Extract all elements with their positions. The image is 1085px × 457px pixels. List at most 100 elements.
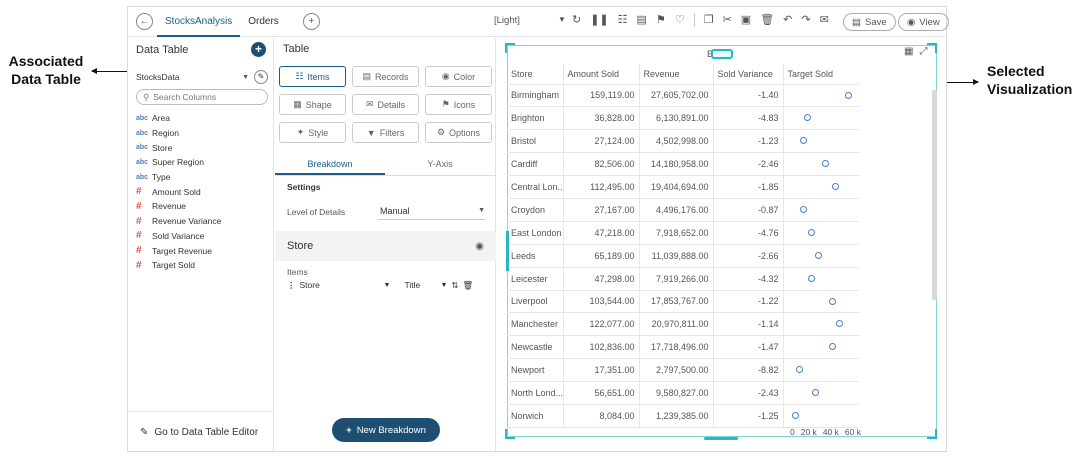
- table-row[interactable]: Leicester 47,298.00 7,919,266.00 -4.32: [507, 267, 859, 291]
- column-item[interactable]: # Revenue Variance: [136, 214, 270, 229]
- table-row[interactable]: Cardiff 82,506.00 14,180,958.00 -2.46: [507, 152, 859, 177]
- column-header[interactable]: Amount Sold: [563, 64, 640, 85]
- column-item[interactable]: # Target Revenue: [136, 243, 270, 258]
- resize-handle-left[interactable]: [506, 231, 509, 271]
- tab-y-axis[interactable]: Y-Axis: [385, 154, 495, 175]
- plus-icon: +: [346, 424, 352, 436]
- data-source-select[interactable]: StocksData ▼ ✎: [136, 70, 268, 84]
- save-button[interactable]: ▤ Save: [843, 13, 896, 31]
- column-header[interactable]: Target Sold: [783, 64, 859, 85]
- target-marker-icon: [811, 389, 819, 397]
- paste-icon[interactable]: ▣: [741, 13, 751, 27]
- bell-icon[interactable]: ♡: [675, 13, 685, 27]
- settings-button-items[interactable]: ☷ Items: [279, 66, 346, 87]
- delete-icon[interactable]: 🗑: [760, 13, 774, 27]
- text-type-icon: abc: [136, 144, 149, 152]
- table-row[interactable]: Newport 17,351.00 2,797,500.00 -8.82: [507, 358, 859, 383]
- toolbar-divider: [693, 13, 695, 27]
- column-item[interactable]: # Target Sold: [136, 258, 270, 273]
- undo-icon[interactable]: ↶: [783, 13, 792, 27]
- target-marker-icon: [836, 320, 844, 328]
- comment-icon[interactable]: ✉: [820, 13, 829, 27]
- eye-icon[interactable]: ◉: [475, 241, 484, 252]
- column-name: Target Revenue: [152, 245, 213, 256]
- edit-icon[interactable]: ✎: [254, 70, 268, 84]
- settings-button-color[interactable]: ◉ Color: [425, 66, 492, 87]
- settings-button-icons[interactable]: ⚑ Icons: [425, 94, 492, 115]
- settings-button-options[interactable]: ⚙ Options: [425, 122, 492, 143]
- tab-breakdown[interactable]: Breakdown: [275, 154, 385, 175]
- resize-handle-bottom[interactable]: [704, 437, 738, 440]
- table-row[interactable]: Newcastle 102,836.00 17,718,496.00 -1.47: [507, 335, 859, 360]
- tab-orders[interactable]: Orders: [240, 7, 287, 37]
- add-tab-icon[interactable]: +: [302, 13, 320, 30]
- column-header[interactable]: Store: [507, 64, 564, 85]
- item-column-select[interactable]: Store: [300, 280, 380, 290]
- breakdown-store-row[interactable]: Store ◉: [275, 231, 496, 261]
- new-breakdown-button[interactable]: + New Breakdown: [332, 418, 440, 442]
- chevron-down-icon[interactable]: ▼: [440, 282, 447, 289]
- add-data-table-button[interactable]: +: [251, 42, 266, 57]
- column-name: Region: [152, 128, 179, 139]
- table-row[interactable]: North Lond... 56,651.00 9,580,827.00 -2.43: [507, 381, 859, 405]
- refresh-icon[interactable]: ↻: [572, 13, 581, 27]
- column-item[interactable]: abc Type: [136, 170, 270, 185]
- settings-button-label: Options: [449, 127, 481, 138]
- column-item[interactable]: # Revenue: [136, 199, 270, 214]
- export-icon[interactable]: ▦: [904, 46, 913, 57]
- resize-corner[interactable]: [927, 429, 937, 439]
- table-row[interactable]: Leeds 65,189.00 11,039,888.00 -2.66: [507, 244, 859, 268]
- settings-button-records[interactable]: ▤ Records: [352, 66, 419, 87]
- column-item[interactable]: # Amount Sold: [136, 184, 270, 199]
- pdf-icon[interactable]: ▤: [637, 13, 647, 27]
- settings-button-details[interactable]: ✉ Details: [352, 94, 419, 115]
- search-columns-input[interactable]: ⚲ Search Columns: [136, 89, 268, 105]
- axis-tick-label: 20 k: [800, 427, 817, 437]
- theme-selector[interactable]: [Light]: [494, 15, 520, 26]
- bookmark-icon[interactable]: ⚑: [656, 13, 666, 27]
- resize-corner[interactable]: [505, 43, 515, 53]
- selected-visualization[interactable]: Bullet ▦ ⤢ StoreAmount SoldRevenueSold V…: [497, 38, 948, 453]
- delete-icon[interactable]: 🗑: [463, 280, 474, 291]
- column-item[interactable]: abc Store: [136, 140, 270, 155]
- table-row[interactable]: Birmingham 159,119.00 27,605,702.00 -1.40: [507, 84, 859, 108]
- settings-button-style[interactable]: ✦ Style: [279, 122, 346, 143]
- column-item[interactable]: # Sold Variance: [136, 229, 270, 244]
- settings-button-shape[interactable]: ▦ Shape: [279, 94, 346, 115]
- table-row[interactable]: Brighton 36,828.00 6,130,891.00 -4.83: [507, 106, 859, 131]
- items-label: Items: [287, 267, 308, 277]
- level-of-details-select[interactable]: Manual ▼: [378, 202, 485, 220]
- go-to-data-table-editor-link[interactable]: ✎ Go to Data Table Editor: [128, 411, 274, 453]
- table-row[interactable]: Central Lon... 112,495.00 19,404,694.00 -1.…: [507, 175, 859, 199]
- cut-icon[interactable]: ✂: [723, 13, 732, 27]
- column-header[interactable]: Revenue: [639, 64, 714, 85]
- column-item[interactable]: abc Region: [136, 126, 270, 141]
- table-row[interactable]: Liverpool 103,544.00 17,853,767.00 -1.22: [507, 290, 859, 314]
- column-item[interactable]: abc Area: [136, 111, 270, 126]
- settings-button-filters[interactable]: ▼ Filters: [352, 122, 419, 143]
- chevron-down-icon[interactable]: ▼: [558, 15, 566, 24]
- copy-icon[interactable]: ❐: [704, 13, 714, 27]
- table-row[interactable]: Croydon 27,167.00 4,496,176.00 -0.87: [507, 198, 859, 222]
- resize-corner[interactable]: [927, 43, 937, 53]
- move-handle[interactable]: [711, 49, 733, 59]
- table-row[interactable]: East London 47,218.00 7,918,652.00 -4.76: [507, 221, 859, 245]
- resize-corner[interactable]: [505, 429, 515, 439]
- table-row[interactable]: Manchester 122,077.00 20,970,811.00 -1.14: [507, 312, 859, 337]
- pause-icon[interactable]: ❚❚: [590, 13, 608, 27]
- maximize-icon[interactable]: ⤢: [919, 46, 927, 57]
- back-icon[interactable]: ←: [136, 13, 153, 30]
- column-header[interactable]: Sold Variance: [713, 64, 784, 85]
- redo-icon[interactable]: ↷: [801, 13, 810, 27]
- view-button[interactable]: ◉ View: [898, 13, 949, 31]
- item-format-select[interactable]: Title: [404, 280, 436, 290]
- vertical-scrollbar[interactable]: [932, 90, 937, 300]
- sort-icon[interactable]: ⇅: [451, 280, 458, 291]
- table-row[interactable]: Bristol 27,124.00 4,502,998.00 -1.23: [507, 129, 859, 154]
- drag-handle-icon[interactable]: ⋮: [287, 280, 296, 291]
- column-item[interactable]: abc Super Region: [136, 155, 270, 170]
- chevron-down-icon[interactable]: ▼: [384, 282, 391, 289]
- calendar-icon[interactable]: ☷: [618, 13, 628, 27]
- table-row[interactable]: Norwich 8,084.00 1,239,385.00 -1.25: [507, 404, 859, 428]
- tab-stocksanalysis[interactable]: StocksAnalysis: [157, 7, 241, 37]
